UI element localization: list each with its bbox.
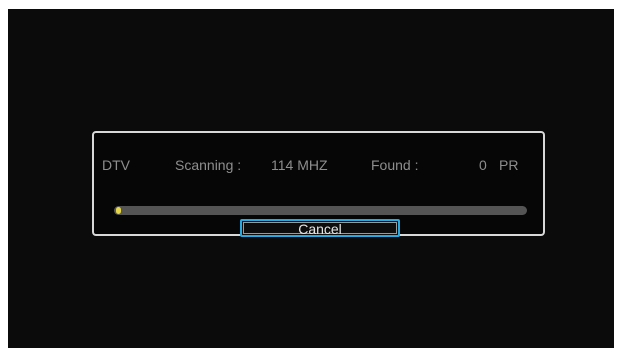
found-unit: PR — [499, 157, 519, 173]
signal-type-label: DTV — [102, 157, 130, 173]
scan-info-row: DTV Scanning : 114 MHZ Found : 0 PR — [94, 157, 543, 177]
found-label: Found : — [371, 157, 419, 173]
scan-progress-bar — [114, 206, 527, 215]
found-count: 0 — [479, 157, 487, 173]
cancel-button-label: Cancel — [243, 222, 397, 236]
scanning-label: Scanning : — [175, 157, 242, 173]
channel-scan-dialog: DTV Scanning : 114 MHZ Found : 0 PR Canc… — [92, 131, 545, 237]
scan-progress-fill — [116, 207, 121, 214]
cancel-button[interactable]: Cancel — [240, 219, 400, 237]
frequency-value: 114 MHZ — [271, 157, 328, 173]
tv-screen: DTV Scanning : 114 MHZ Found : 0 PR Canc… — [8, 9, 614, 348]
